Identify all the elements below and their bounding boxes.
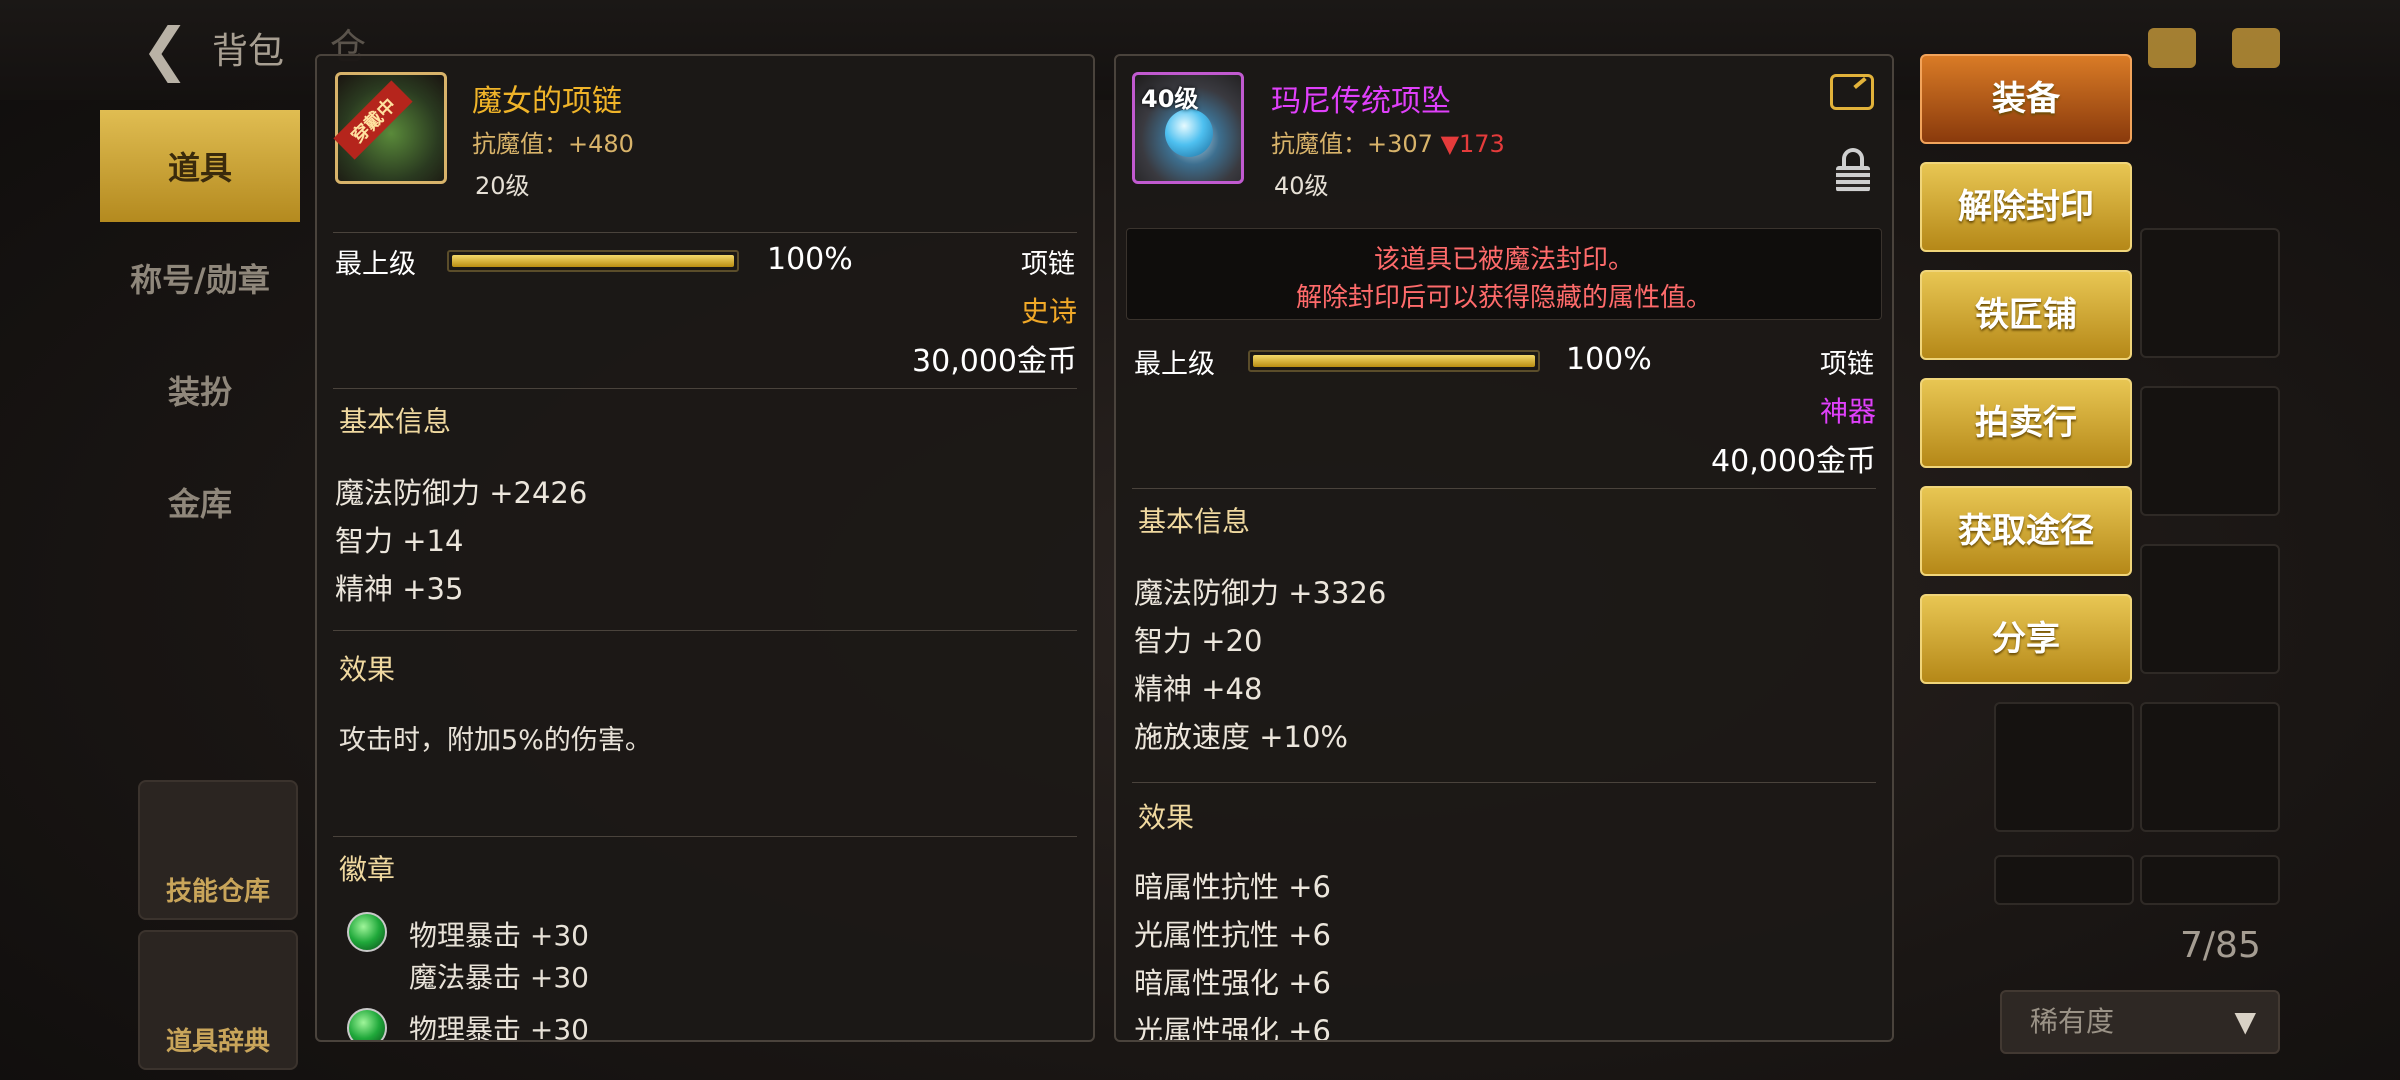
- inventory-slot[interactable]: [1994, 855, 2134, 905]
- grade-percent: 100%: [1566, 342, 1652, 377]
- inventory-slot[interactable]: [2140, 228, 2280, 358]
- effect-title: 效果: [1138, 801, 1195, 834]
- item-name: 魔女的项链: [472, 84, 622, 119]
- attr-line: 精神 +48: [1134, 672, 1263, 706]
- action-buttons: 装备 解除封印 铁匠铺 拍卖行 获取途径 分享: [1920, 54, 2132, 702]
- grade-bar: [1248, 350, 1540, 372]
- item-type: 项链: [1820, 349, 1874, 380]
- attr-line: 魔法防御力 +3326: [1134, 576, 1387, 610]
- attr-line: 施放速度 +10%: [1134, 720, 1348, 754]
- divider: [333, 388, 1077, 389]
- item-name: 玛尼传统项坠: [1271, 84, 1451, 119]
- inventory-slot[interactable]: [2140, 386, 2280, 516]
- item-rarity: 史诗: [1020, 295, 1077, 328]
- attr-line: 智力 +20: [1134, 624, 1263, 658]
- anti-magic-stat: 抗魔值：+307 ▼173: [1271, 124, 1505, 159]
- emblem-gem-icon: [347, 912, 387, 952]
- item-price: 30,000金币: [912, 344, 1077, 379]
- mail-icon[interactable]: [2148, 28, 2196, 68]
- emblem-title: 徽章: [339, 853, 396, 886]
- nav-item-vault[interactable]: 金库: [100, 446, 300, 558]
- obtain-route-button[interactable]: 获取途径: [1920, 486, 2132, 576]
- item-type: 项链: [1021, 249, 1075, 280]
- sealed-line: 该道具已被魔法封印。: [1373, 245, 1634, 275]
- attr-line: 魔法防御力 +2426: [335, 476, 588, 510]
- grade-bar-fill: [452, 255, 734, 267]
- back-arrow-icon[interactable]: ❮: [130, 14, 200, 84]
- top-icons: [2148, 28, 2280, 68]
- grade-label: 最上级: [1134, 349, 1215, 380]
- auction-button[interactable]: 拍卖行: [1920, 378, 2132, 468]
- attr-line: 智力 +14: [335, 524, 464, 558]
- nav-item-avatar[interactable]: 装扮: [100, 334, 300, 446]
- item-level-tag: 40级: [1141, 85, 1199, 113]
- lock-icon[interactable]: [1836, 148, 1870, 192]
- sort-dropdown[interactable]: 稀有度 ▼: [2000, 990, 2280, 1054]
- skill-storage-button[interactable]: 技能仓库: [138, 780, 298, 920]
- nav-item-titles[interactable]: 称号/勋章: [100, 222, 300, 334]
- divider: [1132, 488, 1876, 489]
- stat-diff-down: ▼173: [1440, 130, 1505, 158]
- equip-button[interactable]: 装备: [1920, 54, 2132, 144]
- effect-title: 效果: [339, 653, 396, 686]
- emblem-stat: 物理暴击 +30: [409, 1013, 589, 1042]
- emblem-gem-icon: [347, 1008, 387, 1040]
- effect-line: 暗属性抗性 +6: [1134, 870, 1331, 904]
- anti-magic-stat: 抗魔值：+480: [472, 130, 634, 158]
- grade-percent: 100%: [767, 242, 853, 277]
- inventory-slot[interactable]: [2140, 855, 2280, 905]
- inventory-slot[interactable]: [2140, 544, 2280, 674]
- item-dictionary-button[interactable]: 道具辞典: [138, 930, 298, 1070]
- gem-icon: [1165, 109, 1213, 157]
- effect-line: 光属性强化 +6: [1134, 1014, 1331, 1042]
- sealed-line: 解除封印后可以获得隐藏的属性值。: [1295, 283, 1712, 313]
- page-title: 背包: [212, 31, 285, 72]
- grade-bar: [447, 250, 739, 272]
- anti-magic-value: 抗魔值：+307: [1271, 130, 1433, 158]
- divider: [1132, 782, 1876, 783]
- grade-row: 最上级 100% 项链: [1134, 342, 1874, 382]
- inventory-slot[interactable]: [2140, 702, 2280, 832]
- emblem-stat: 物理暴击 +30: [409, 919, 589, 952]
- divider: [333, 836, 1077, 837]
- grade-bar-fill: [1253, 355, 1535, 367]
- attr-line: 精神 +35: [335, 572, 464, 606]
- chat-icon[interactable]: [2232, 28, 2280, 68]
- basic-info-title: 基本信息: [339, 405, 452, 438]
- item-rarity: 神器: [1819, 395, 1876, 428]
- pendant-icon: 40级: [1132, 72, 1244, 184]
- item-level: 40级: [1274, 172, 1329, 200]
- basic-info-title: 基本信息: [1138, 505, 1251, 538]
- blacksmith-button[interactable]: 铁匠铺: [1920, 270, 2132, 360]
- chevron-down-icon: ▼: [2234, 1005, 2256, 1038]
- nav-item-items[interactable]: 道具: [100, 110, 300, 222]
- divider: [333, 232, 1077, 233]
- effect-text: 攻击时，附加5%的伤害。: [339, 725, 652, 756]
- item-level: 20级: [475, 172, 530, 200]
- effect-line: 暗属性强化 +6: [1134, 966, 1331, 1000]
- grade-label: 最上级: [335, 249, 416, 280]
- left-nav: 道具 称号/勋章 装扮 金库: [100, 110, 300, 558]
- inventory-count: 7/85: [2180, 925, 2261, 966]
- divider: [333, 630, 1077, 631]
- unseal-button[interactable]: 解除封印: [1920, 162, 2132, 252]
- share-button[interactable]: 分享: [1920, 594, 2132, 684]
- item-price: 40,000金币: [1711, 444, 1876, 479]
- equipped-item-panel: 穿戴中 魔女的项链 抗魔值：+480 20级 最上级 100% 项链 史诗 30…: [315, 54, 1095, 1042]
- effect-line: 光属性抗性 +6: [1134, 918, 1331, 952]
- selected-item-panel: 40级 玛尼传统项坠 抗魔值：+307 ▼173 40级 该道具已被魔法封印。 …: [1114, 54, 1894, 1042]
- inventory-slot[interactable]: [1994, 702, 2134, 832]
- share-icon[interactable]: [1830, 74, 1874, 110]
- sealed-notice: 该道具已被魔法封印。 解除封印后可以获得隐藏的属性值。: [1126, 228, 1882, 320]
- equipped-badge: 穿戴中: [333, 80, 413, 160]
- sort-label: 稀有度: [2030, 1005, 2115, 1038]
- necklace-icon: 穿戴中: [333, 72, 447, 184]
- grade-row: 最上级 100% 项链: [335, 242, 1075, 282]
- emblem-stat: 魔法暴击 +30: [409, 961, 589, 994]
